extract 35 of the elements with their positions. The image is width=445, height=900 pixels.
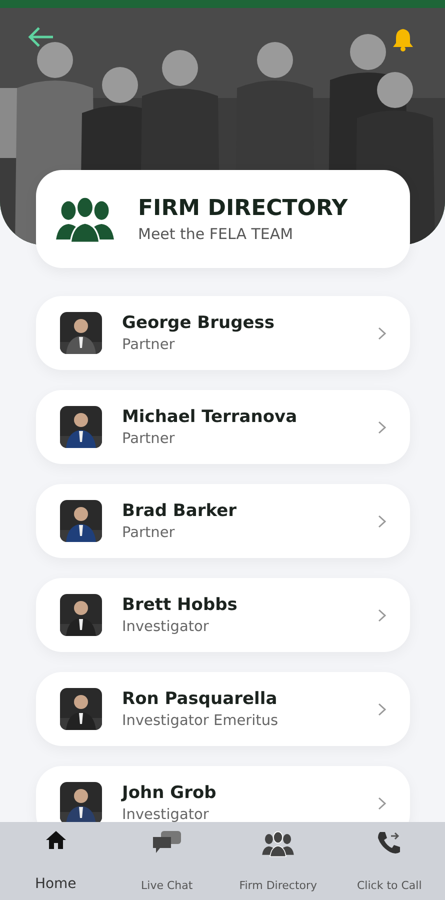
bell-icon[interactable] bbox=[392, 28, 414, 52]
group-icon bbox=[261, 830, 296, 858]
nav-tab[interactable]: Live Chat bbox=[111, 822, 222, 900]
back-arrow-icon[interactable] bbox=[28, 26, 54, 48]
chevron-icon bbox=[378, 608, 386, 622]
person-row[interactable]: George Brugess Partner bbox=[36, 296, 410, 370]
person-role: Partner bbox=[122, 337, 176, 353]
person-name: Ron Pasquarella bbox=[122, 689, 278, 709]
person-row[interactable]: John Grob Investigator bbox=[36, 766, 410, 822]
person-role: Partner bbox=[122, 431, 176, 447]
person-row[interactable]: Brad Barker Partner bbox=[36, 484, 410, 558]
person-role: Partner bbox=[122, 525, 176, 541]
chevron-icon bbox=[378, 796, 386, 810]
person-role: Investigator bbox=[122, 619, 210, 635]
person-role: Investigator bbox=[122, 807, 210, 822]
nav-tab[interactable]: Click to Call bbox=[334, 822, 445, 900]
nav-tab[interactable]: Firm Directory bbox=[222, 822, 334, 900]
chevron-icon bbox=[378, 420, 386, 434]
person-name: Michael Terranova bbox=[122, 407, 298, 427]
chevron-icon bbox=[378, 702, 386, 716]
person-name: George Brugess bbox=[122, 313, 276, 333]
chevron-icon bbox=[378, 514, 386, 528]
person-name: John Grob bbox=[122, 783, 218, 803]
person-row[interactable]: Brett Hobbs Investigator bbox=[36, 578, 410, 652]
person-row[interactable]: Ron Pasquarella Investigator Emeritus bbox=[36, 672, 410, 746]
chevron-icon bbox=[378, 326, 386, 340]
nav-tab[interactable]: Home bbox=[0, 822, 112, 900]
directory-title: FIRM DIRECTORY bbox=[138, 196, 348, 220]
home-icon bbox=[44, 830, 67, 850]
person-name: Brad Barker bbox=[122, 501, 238, 521]
directory-subtitle: Meet the FELA TEAM bbox=[138, 224, 294, 242]
person-row[interactable]: Michael Terranova Partner bbox=[36, 390, 410, 464]
person-name: Brett Hobbs bbox=[122, 595, 238, 615]
phone-icon bbox=[376, 830, 402, 856]
person-role: Investigator Emeritus bbox=[122, 713, 280, 729]
